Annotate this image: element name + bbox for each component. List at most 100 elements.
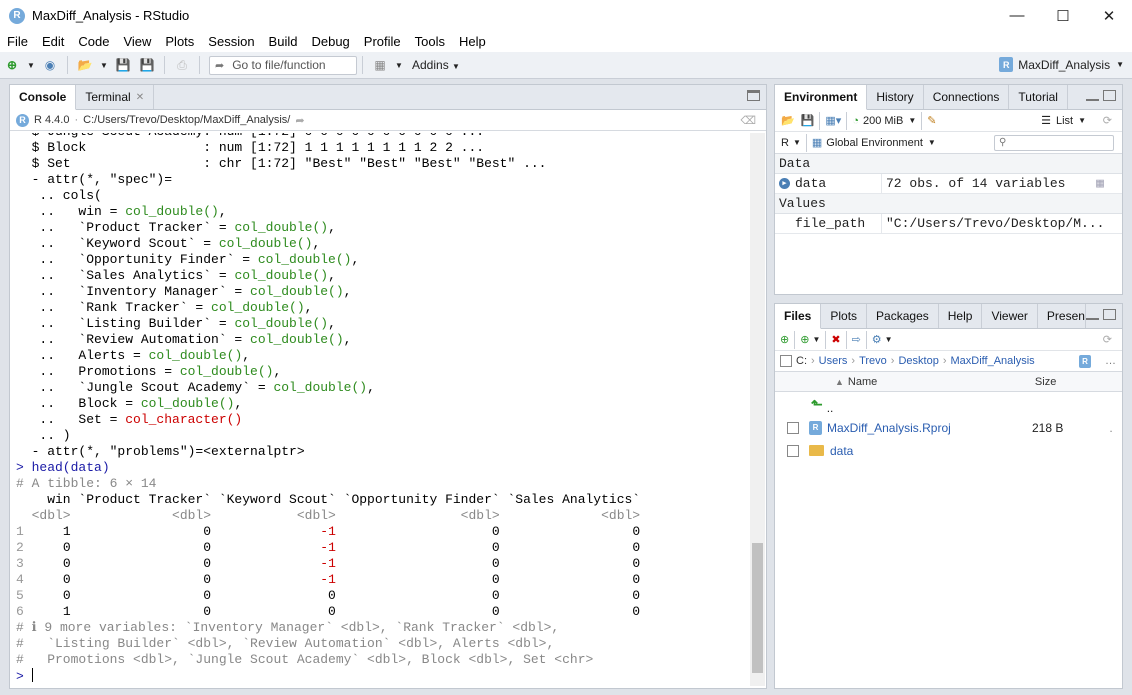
menu-debug[interactable]: Debug [304, 34, 356, 49]
tab-files[interactable]: Files [775, 304, 822, 329]
menu-view[interactable]: View [116, 34, 158, 49]
new-blank-file-icon[interactable]: ⊕ [800, 333, 809, 346]
menu-help[interactable]: Help [452, 34, 493, 49]
scrollbar-thumb[interactable] [752, 543, 763, 673]
console-text: col_double() [250, 284, 344, 299]
console-output[interactable]: $ Jungle Scout Academy: num [1:72] 0 0 0… [11, 133, 749, 686]
crumb-users[interactable]: Users [819, 355, 848, 367]
expand-arrow-icon[interactable]: ▶ [779, 178, 790, 189]
menu-profile[interactable]: Profile [357, 34, 408, 49]
column-size[interactable]: Size [1035, 376, 1056, 388]
dropdown-arrow-icon[interactable]: ▼ [27, 57, 35, 73]
menu-edit[interactable]: Edit [35, 34, 71, 49]
save-icon[interactable]: 💾 [114, 57, 132, 73]
new-folder-icon[interactable]: ⊕ [780, 333, 789, 346]
load-workspace-icon[interactable]: 📂 [781, 114, 795, 127]
tab-connections[interactable]: Connections [924, 85, 1010, 109]
chevron-down-icon[interactable]: ▼ [908, 116, 916, 125]
menu-file[interactable]: File [0, 34, 35, 49]
dropdown-arrow-icon[interactable]: ▼ [395, 57, 403, 73]
console-line: .. `Opportunity Finder` = col_double(), [16, 252, 749, 268]
console-text: .. `Opportunity Finder` = [16, 252, 258, 267]
tab-plots[interactable]: Plots [821, 304, 868, 328]
open-file-icon[interactable]: 📂 [76, 57, 94, 73]
column-name[interactable]: Name [848, 376, 1035, 388]
file-checkbox[interactable] [787, 444, 799, 457]
env-row-data[interactable]: ▶ data 72 obs. of 14 variables ▦ [775, 174, 1122, 194]
console-text: , [343, 284, 352, 299]
save-workspace-icon[interactable]: 💾 [801, 114, 815, 127]
tab-tutorial[interactable]: Tutorial [1009, 85, 1068, 109]
working-directory[interactable]: C:/Users/Trevo/Desktop/MaxDiff_Analysis/ [83, 114, 290, 126]
goto-arrow-icon: ➦ [215, 59, 225, 72]
tab-presentation[interactable]: Present [1038, 304, 1086, 328]
rename-icon[interactable]: ⇨ [852, 333, 861, 346]
save-all-icon[interactable]: 💾 [138, 57, 156, 73]
minimize-pane-icon[interactable] [1086, 316, 1099, 320]
clear-broom-icon[interactable]: ✎ [927, 114, 936, 127]
menu-tools[interactable]: Tools [408, 34, 452, 49]
maximize-button[interactable]: ☐ [1040, 0, 1086, 31]
file-checkbox[interactable] [787, 421, 799, 434]
env-row-file-path[interactable]: file_path "C:/Users/Trevo/Desktop/M... [775, 214, 1122, 234]
goto-file-input[interactable]: ➦ Go to file/function [209, 55, 357, 75]
clear-console-icon[interactable]: ⌫ [740, 114, 756, 127]
language-selector[interactable]: R [781, 137, 789, 149]
crumb-c[interactable]: C: [796, 355, 807, 367]
menu-build[interactable]: Build [262, 34, 305, 49]
refresh-icon[interactable]: ⟳ [1103, 114, 1112, 127]
select-all-checkbox[interactable] [780, 355, 792, 367]
menu-code[interactable]: Code [71, 34, 116, 49]
goto-dir-icon[interactable]: ➦ [295, 114, 304, 127]
memory-usage[interactable]: 200 MiB [863, 115, 903, 127]
tab-viewer[interactable]: Viewer [982, 304, 1038, 328]
scope-selector[interactable]: Global Environment [826, 137, 923, 149]
tab-help[interactable]: Help [939, 304, 983, 328]
menu-plots[interactable]: Plots [158, 34, 201, 49]
crumb-maxdiff[interactable]: MaxDiff_Analysis [951, 355, 1035, 367]
console-line: $ Block : num [1:72] 1 1 1 1 1 1 1 1 2 2… [16, 140, 749, 156]
file-row[interactable]: data [775, 439, 1122, 462]
file-name[interactable]: MaxDiff_Analysis.Rproj [827, 421, 1032, 435]
new-file-icon[interactable]: ⊕ [3, 57, 21, 73]
more-gear-icon[interactable]: ⚙ [872, 333, 882, 346]
tab-environment[interactable]: Environment [775, 85, 868, 110]
crumb-trevo[interactable]: Trevo [859, 355, 887, 367]
delete-icon[interactable]: ✖ [831, 333, 840, 346]
console-text: - attr(*, "spec")= [16, 172, 173, 187]
console-text: # Promotions <dbl>, `Jungle Scout Academ… [16, 652, 594, 667]
menu-session[interactable]: Session [201, 34, 261, 49]
close-tab-icon[interactable]: ✕ [136, 92, 144, 103]
parent-dir-row[interactable]: ⬑ .. [775, 392, 1122, 416]
dropdown-arrow-icon[interactable]: ▼ [100, 57, 108, 73]
workspace-panes-icon[interactable]: ▦ [371, 57, 389, 73]
rproj-icon[interactable]: R [1079, 354, 1091, 368]
console-text: , [328, 316, 336, 331]
tab-packages[interactable]: Packages [867, 304, 939, 328]
maximize-pane-icon[interactable] [1103, 90, 1116, 101]
import-dataset-icon[interactable]: ▦▾ [825, 114, 841, 127]
new-project-icon[interactable]: ◉ [41, 57, 59, 73]
tab-history[interactable]: History [867, 85, 924, 109]
project-menu[interactable]: R MaxDiff_Analysis ▼ [999, 57, 1124, 72]
tab-console[interactable]: Console [10, 85, 77, 110]
file-row[interactable]: R MaxDiff_Analysis.Rproj 218 B . [775, 416, 1122, 439]
close-button[interactable]: ✕ [1086, 0, 1132, 31]
console-text: col_double() [179, 364, 274, 379]
view-mode-menu[interactable]: ☰ List ▼ [1041, 114, 1086, 128]
addins-menu[interactable]: Addins ▼ [412, 58, 460, 72]
refresh-icon[interactable]: ⟳ [1103, 333, 1112, 346]
tab-terminal[interactable]: Terminal ✕ [76, 85, 155, 109]
maximize-pane-icon[interactable] [1103, 309, 1116, 320]
file-name[interactable]: data [830, 444, 853, 458]
console-scrollbar[interactable] [750, 133, 765, 686]
minimize-button[interactable]: — [994, 0, 1040, 31]
crumb-desktop[interactable]: Desktop [898, 355, 938, 367]
minimize-pane-icon[interactable] [1086, 97, 1099, 101]
console-text: col_double() [148, 348, 243, 363]
environment-search-input[interactable]: ⚲ [994, 134, 1114, 151]
print-icon[interactable]: ⎙ [173, 57, 191, 73]
env-var-value: 72 obs. of 14 variables [886, 176, 1066, 191]
restore-pane-icon[interactable] [747, 90, 760, 101]
view-table-icon[interactable]: ▦ [1096, 176, 1104, 191]
